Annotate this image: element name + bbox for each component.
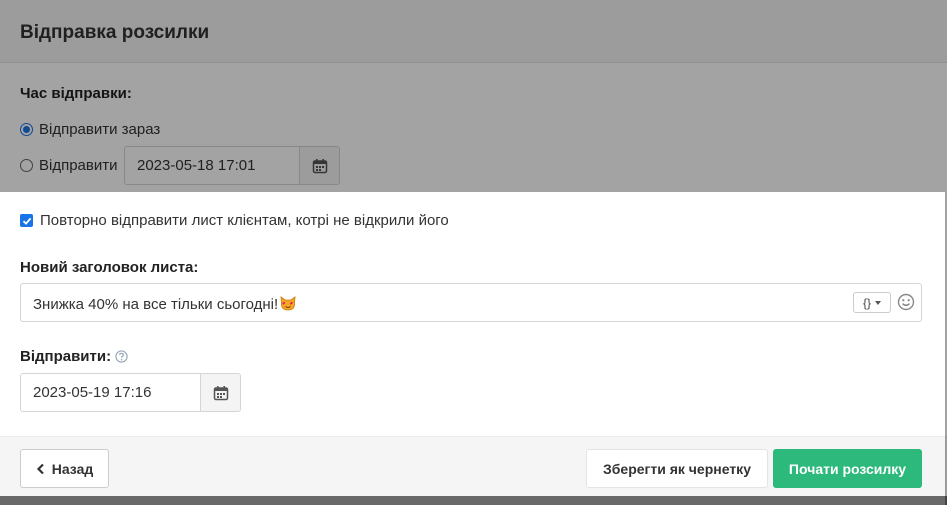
smiley-icon[interactable] bbox=[897, 293, 915, 311]
subject-text: Знижка 40% на все тільки сьогодні! bbox=[33, 294, 297, 313]
back-button[interactable]: Назад bbox=[20, 449, 109, 488]
back-button-label: Назад bbox=[51, 460, 94, 477]
start-campaign-label: Почати розсилку bbox=[788, 460, 907, 477]
dim-overlay-top bbox=[0, 0, 947, 192]
subject-value: Знижка 40% на все тільки сьогодні! bbox=[33, 296, 279, 313]
send-at-label-text: Відправити: bbox=[20, 348, 112, 365]
send-at-datetime-group bbox=[20, 373, 241, 412]
resend-checkbox-row[interactable]: Повторно відправити лист клієнтам, котрі… bbox=[20, 212, 449, 229]
save-draft-label: Зберегти як чернетку bbox=[603, 460, 751, 477]
cat-heart-eyes-emoji bbox=[280, 296, 296, 311]
insert-variable-dropdown[interactable]: {} bbox=[853, 292, 891, 313]
resend-checkbox[interactable] bbox=[20, 214, 33, 227]
send-at-calendar-button[interactable] bbox=[200, 373, 241, 412]
save-draft-button[interactable]: Зберегти як чернетку bbox=[586, 449, 768, 488]
send-at-datetime-input[interactable] bbox=[20, 373, 200, 412]
modal-footer: Назад Зберегти як чернетку Почати розсил… bbox=[0, 436, 947, 496]
question-circle-icon[interactable] bbox=[115, 350, 128, 363]
dim-overlay-bottom bbox=[0, 496, 947, 505]
chevron-left-icon bbox=[36, 463, 44, 474]
check-icon bbox=[22, 217, 31, 225]
new-subject-label: Новий заголовок листа: bbox=[20, 259, 199, 276]
calendar-icon bbox=[213, 385, 228, 400]
caret-down-icon bbox=[875, 300, 881, 305]
new-subject-input[interactable]: Знижка 40% на все тільки сьогодні! {} bbox=[20, 283, 922, 322]
variable-button-label: {} bbox=[862, 295, 871, 310]
start-campaign-button[interactable]: Почати розсилку bbox=[773, 449, 922, 488]
resend-checkbox-label: Повторно відправити лист клієнтам, котрі… bbox=[40, 212, 449, 229]
send-at-label: Відправити: bbox=[20, 348, 128, 365]
